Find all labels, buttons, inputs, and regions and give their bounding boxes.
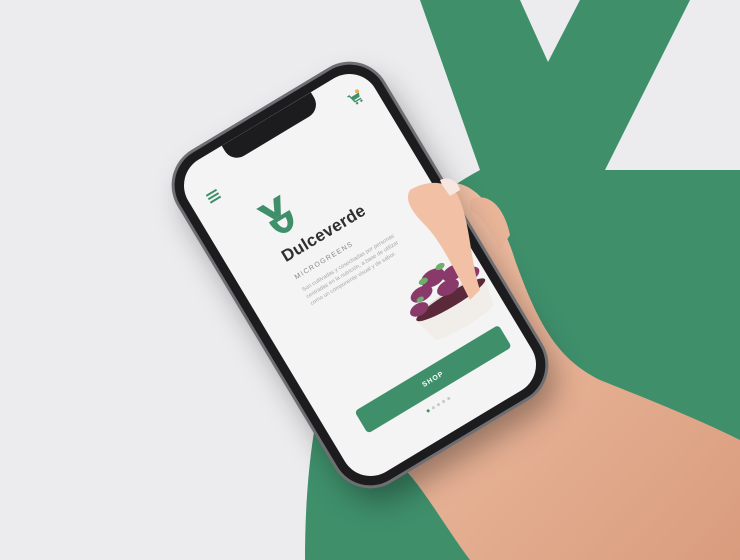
dulceverde-logo-icon (256, 194, 294, 233)
hamburger-menu-icon[interactable] (205, 188, 222, 205)
carousel-dot[interactable] (425, 408, 430, 414)
carousel-dot[interactable] (435, 402, 441, 407)
carousel-dot[interactable] (441, 399, 446, 404)
carousel-dot[interactable] (446, 396, 451, 401)
carousel-dot[interactable] (430, 405, 435, 411)
cart-icon[interactable] (344, 87, 366, 109)
